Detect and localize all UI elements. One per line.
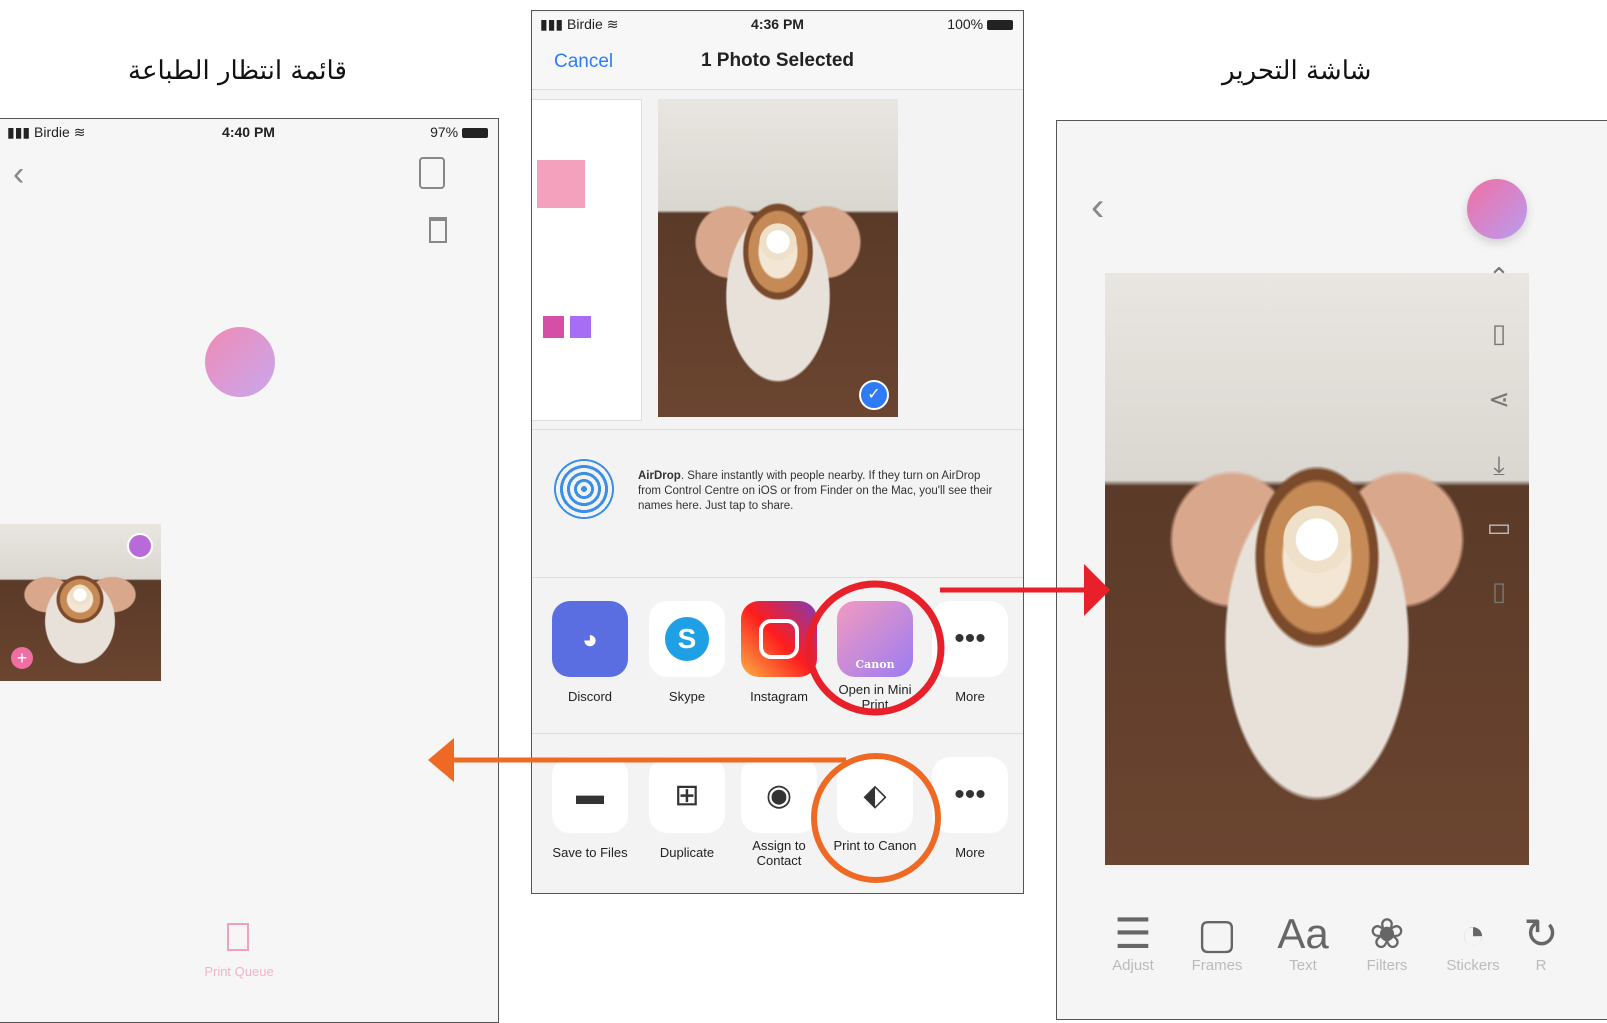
orange-highlight-circle bbox=[811, 753, 941, 883]
red-arrowhead bbox=[1084, 564, 1110, 616]
annotation-overlay bbox=[428, 564, 1110, 883]
orange-arrowhead bbox=[428, 738, 454, 782]
red-highlight-circle bbox=[805, 580, 945, 716]
